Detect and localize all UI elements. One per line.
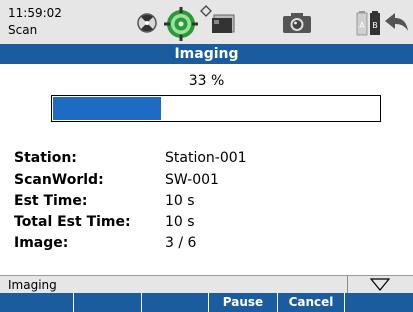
softkey-1[interactable]	[0, 293, 74, 312]
svg-text:A: A	[359, 21, 365, 30]
est-time-label: Est Time:	[14, 193, 88, 209]
lens-icon[interactable]	[164, 7, 198, 41]
dropdown-button[interactable]	[347, 276, 413, 293]
progress-percent-label: 33 %	[188, 73, 225, 89]
bottom-status-strip: Imaging	[0, 275, 413, 293]
softkey-2[interactable]	[74, 293, 142, 312]
camera-icon[interactable]	[282, 12, 312, 34]
pause-button[interactable]: Pause	[209, 293, 278, 312]
scanworld-value: SW-001	[165, 172, 219, 188]
page-title: Imaging	[0, 44, 413, 64]
total-est-time-value: 10 s	[165, 214, 195, 230]
app-name: Scan	[8, 23, 38, 37]
scanworld-label: ScanWorld:	[14, 172, 104, 188]
cancel-button[interactable]: Cancel	[278, 293, 345, 312]
total-est-time-label: Total Est Time:	[14, 214, 131, 230]
softkey-3[interactable]	[142, 293, 209, 312]
status-bar: 11:59:02 Scan A B	[0, 0, 413, 44]
clock: 11:59:02	[8, 6, 62, 20]
battery-ab-icon: A B	[356, 11, 380, 36]
memory-card-icon	[212, 14, 235, 33]
station-label: Station:	[14, 150, 77, 166]
progress-bar	[51, 95, 381, 122]
softkey-bar: Pause Cancel	[0, 293, 413, 312]
station-value: Station-001	[165, 150, 247, 166]
progress-bar-fill	[53, 97, 161, 120]
status-text: Imaging	[8, 278, 57, 292]
image-value: 3 / 6	[165, 235, 197, 251]
back-arrow-icon[interactable]	[384, 11, 410, 33]
softkey-6[interactable]	[345, 293, 413, 312]
image-label: Image:	[14, 235, 69, 251]
triangle-down-icon	[370, 278, 390, 291]
svg-text:B: B	[372, 21, 378, 30]
target-icon[interactable]	[136, 12, 158, 34]
est-time-value: 10 s	[165, 193, 195, 209]
